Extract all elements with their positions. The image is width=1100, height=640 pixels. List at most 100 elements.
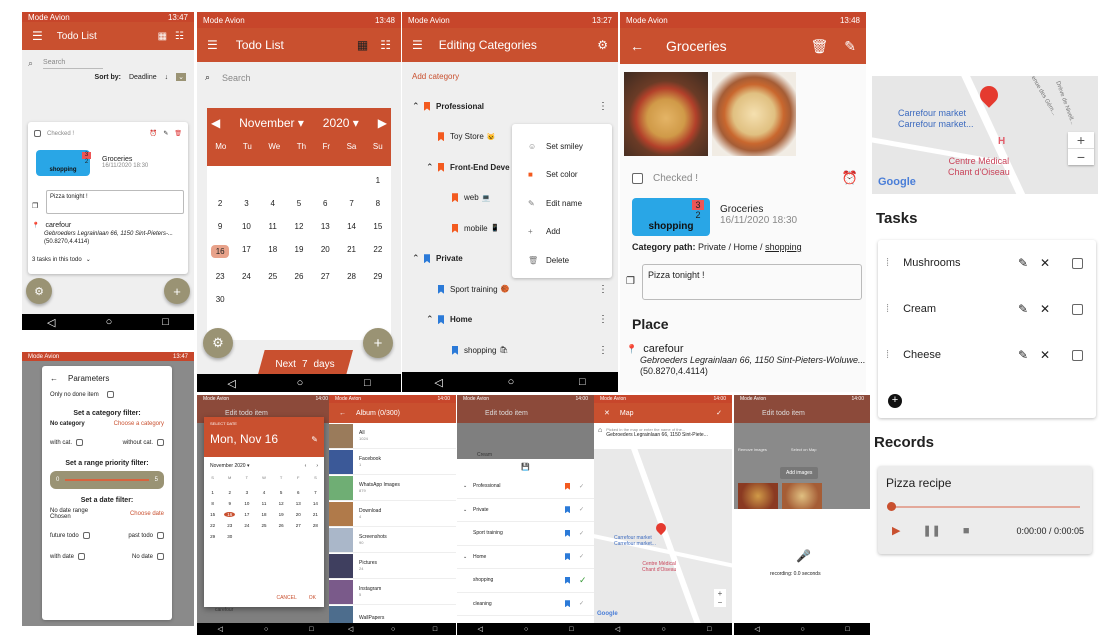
pizza-photo-1[interactable] [624,72,708,156]
day-cell[interactable]: 18 [255,512,272,517]
day-cell[interactable]: 25 [255,523,272,528]
sheet-category-row[interactable]: shopping ✓ [457,569,594,593]
more-vert-icon[interactable]: ⋮ [598,101,608,112]
pizza-photo-2[interactable] [712,72,796,156]
sheet-category-row[interactable]: cleaning ✓ [457,593,594,616]
back-nav-icon[interactable]: ◁ [348,625,353,633]
check-icon[interactable]: ✓ [579,530,584,537]
more-vert-icon[interactable]: ⋮ [598,284,608,295]
drag-handle-icon[interactable]: ⁞ [886,349,889,361]
day-cell[interactable]: 2 [221,490,238,495]
day-cell[interactable]: 28 [338,272,364,281]
todo-card[interactable]: Checked ! ⏰ ✎ 🗑 shopping 32 Groceries 16/11… [28,122,188,274]
sort-toggle-icon[interactable]: ⌄ [176,73,186,81]
chevron-icon[interactable]: ⌄ [463,483,473,489]
day-cell[interactable]: 1 [204,490,221,495]
check-icon[interactable]: ✓ [579,600,584,607]
close-icon[interactable]: ✕ [604,409,610,417]
settings-fab[interactable]: ⚙ [203,328,233,358]
calendar-icon[interactable]: ▦ [357,38,368,52]
search-input[interactable]: Search [43,59,104,69]
zoom-out-icon[interactable]: − [1068,149,1094,165]
zoom-in-icon[interactable]: + [714,589,726,598]
back-nav-icon[interactable]: ◁ [615,625,620,633]
stop-icon[interactable]: ■ [963,525,970,537]
check-icon[interactable]: ✓ [579,553,584,560]
day-cell[interactable]: 23 [221,523,238,528]
edit-icon[interactable]: ✎ [844,38,856,54]
year-dropdown[interactable]: 2020 ▾ [323,116,359,130]
remove-images-button[interactable]: Remove images [738,447,767,452]
recents-nav-icon[interactable]: □ [845,626,849,633]
without-cat-checkbox[interactable] [157,439,164,446]
day-cell[interactable]: 22 [204,523,221,528]
prev-month-icon[interactable]: ‹ [305,463,307,469]
day-cell[interactable]: 26 [286,272,312,281]
day-cell[interactable]: 26 [273,523,290,528]
back-arrow-icon[interactable]: ← [630,38,644,54]
play-icon[interactable]: ▶ [892,524,900,537]
context-menu-item[interactable]: 🗑 Delete [512,246,612,275]
edit-icon[interactable]: ✎ [1018,302,1028,316]
day-cell[interactable]: 4 [255,490,272,495]
day-cell[interactable]: 17 [233,245,259,258]
menu-icon[interactable]: ☰ [207,38,218,52]
day-cell[interactable]: 13 [290,501,307,506]
category-row[interactable]: ⌃ Home ⋮ [402,305,618,336]
day-cell[interactable]: 5 [273,490,290,495]
sheet-category-row[interactable]: Sport training ✓ [457,522,594,546]
drag-handle-icon[interactable]: ⁞ [886,257,889,269]
sort-direction-icon[interactable]: ↓ [165,74,169,81]
delete-icon[interactable]: 🗑 [174,131,182,137]
day-cell[interactable]: 30 [207,295,233,304]
context-menu-item[interactable]: ✎ Edit name [512,189,612,218]
day-cell[interactable]: 8 [204,501,221,506]
alarm-icon[interactable]: ⏰ [150,131,157,137]
check-icon[interactable]: ✓ [716,409,722,417]
no-date-checkbox[interactable] [157,553,164,560]
task-checkbox[interactable] [1072,303,1083,315]
day-cell[interactable]: 23 [207,272,233,281]
day-cell[interactable]: 27 [290,523,307,528]
album-row[interactable]: Instagram 5 [329,579,456,605]
edit-icon[interactable]: ✎ [163,131,168,137]
note-field[interactable]: Pizza tonight ! [46,190,184,214]
tasks-toggle[interactable]: 3 tasks in this todo ⌄ [32,256,91,264]
day-cell[interactable]: 9 [207,222,233,231]
day-cell[interactable]: 6 [312,199,338,208]
close-icon[interactable]: ✕ [1040,302,1050,316]
add-fab[interactable]: + [363,328,393,358]
day-cell[interactable]: 12 [273,501,290,506]
day-cell[interactable]: 14 [307,501,324,506]
image-thumb-1[interactable] [738,483,778,509]
chevron-up-icon[interactable]: ⌃ [426,314,438,325]
task-checkbox[interactable] [1072,349,1083,361]
zoom-in-icon[interactable]: + [1068,132,1094,149]
drag-handle-icon[interactable]: ⁞ [886,303,889,315]
prev-month-icon[interactable]: ◀ [211,116,220,130]
edit-icon[interactable]: ✎ [311,435,318,444]
next-month-icon[interactable]: › [316,463,318,469]
list-icon[interactable]: ☷ [380,38,391,52]
task-row[interactable]: ⁞ Cream ✎ ✕ [878,286,1096,332]
day-cell[interactable]: 24 [238,523,255,528]
checked-checkbox[interactable] [34,130,41,137]
home-nav-icon[interactable]: ○ [106,316,113,328]
future-todo-checkbox[interactable] [82,532,90,539]
note-field[interactable]: Pizza tonight ! [642,264,862,300]
add-category-link[interactable]: Add category [402,62,618,91]
search-input[interactable]: Search [222,73,251,83]
edit-icon[interactable]: ✎ [1018,348,1028,362]
check-icon[interactable]: ✓ [579,483,584,490]
record-seek-thumb[interactable] [887,502,896,511]
close-icon[interactable]: ✕ [1040,348,1050,362]
context-menu-item[interactable]: ■ Set color [512,161,612,190]
day-cell[interactable]: 30 [221,534,238,539]
recents-nav-icon[interactable]: □ [569,626,573,633]
sort-select[interactable]: Deadline [129,74,157,81]
day-cell[interactable]: 16 [211,245,230,258]
ok-button[interactable]: OK [309,595,316,601]
back-nav-icon[interactable]: ◁ [478,625,483,633]
day-cell[interactable]: 1 [365,176,391,185]
day-cell[interactable]: 29 [204,534,221,539]
